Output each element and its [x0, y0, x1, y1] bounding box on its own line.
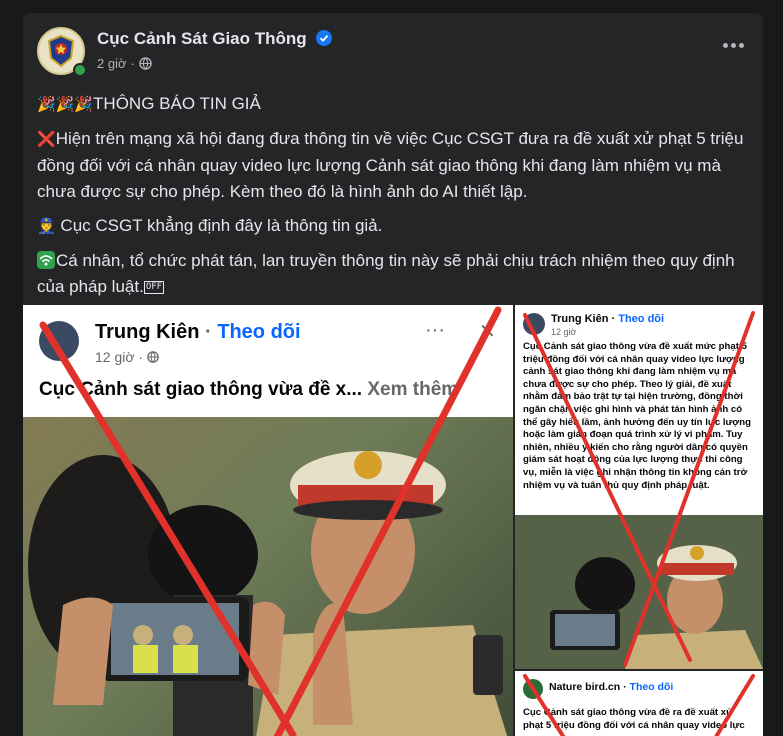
red-cross-mark	[39, 306, 502, 736]
meta-separator: ·	[130, 56, 135, 71]
more-dot-icon	[730, 42, 736, 48]
wifi-icon	[37, 251, 55, 269]
police-emblem-icon	[47, 34, 75, 68]
post-paragraph: 🎉🎉🎉THÔNG BÁO TIN GIẢ	[37, 91, 753, 118]
post-headline: THÔNG BÁO TIN GIẢ	[93, 94, 261, 113]
post-card: Cục Cảnh Sát Giao Thông 2 giờ · 🎉🎉🎉THÔNG…	[23, 13, 763, 736]
post-meta: 2 giờ ·	[97, 56, 152, 71]
post-time[interactable]: 2 giờ	[97, 56, 127, 71]
off-badge-icon: OFF	[143, 281, 165, 294]
post-paragraph: ❌Hiện trên mạng xã hội đang đưa thông ti…	[37, 126, 753, 205]
red-cross-mark	[523, 311, 755, 667]
post-paragraph-text: Cá nhân, tổ chức phát tán, lan truyền th…	[37, 251, 735, 296]
globe-icon[interactable]	[139, 57, 152, 70]
post-paragraph: Cá nhân, tổ chức phát tán, lan truyền th…	[37, 248, 753, 300]
police-officer-icon: 👮	[37, 218, 56, 235]
more-dot-icon	[738, 42, 744, 48]
more-options-button[interactable]	[719, 35, 747, 55]
post-paragraph-text: Hiện trên mạng xã hội đang đưa thông tin…	[37, 129, 744, 201]
cross-mark-icon: ❌	[37, 131, 56, 148]
party-popper-icon: 🎉🎉🎉	[37, 96, 94, 113]
red-cross-mark	[523, 674, 755, 736]
post-image-right-bottom[interactable]: Nature bird.cn · Theo dõi Cục Cảnh sát g…	[515, 671, 763, 736]
post-paragraph-text: Cục CSGT khẳng định đây là thông tin giả…	[60, 216, 383, 235]
post-paragraph: 👮 Cục CSGT khẳng định đây là thông tin g…	[37, 213, 753, 240]
post-text: 🎉🎉🎉THÔNG BÁO TIN GIẢ ❌Hiện trên mạng xã …	[37, 91, 753, 308]
online-status-dot	[73, 63, 87, 77]
page-name-label[interactable]: Cục Cảnh Sát Giao Thông	[97, 29, 307, 48]
verified-badge-icon	[316, 30, 333, 46]
more-dot-icon	[722, 42, 728, 48]
page-name[interactable]: Cục Cảnh Sát Giao Thông	[97, 29, 333, 49]
post-image-main[interactable]: Trung Kiên · Theo dõi 12 giờ · ··· ✕ Cục…	[23, 305, 513, 736]
post-image-right-top[interactable]: Trung Kiên · Theo dõi 12 giờ Cục Cảnh sá…	[515, 305, 763, 669]
